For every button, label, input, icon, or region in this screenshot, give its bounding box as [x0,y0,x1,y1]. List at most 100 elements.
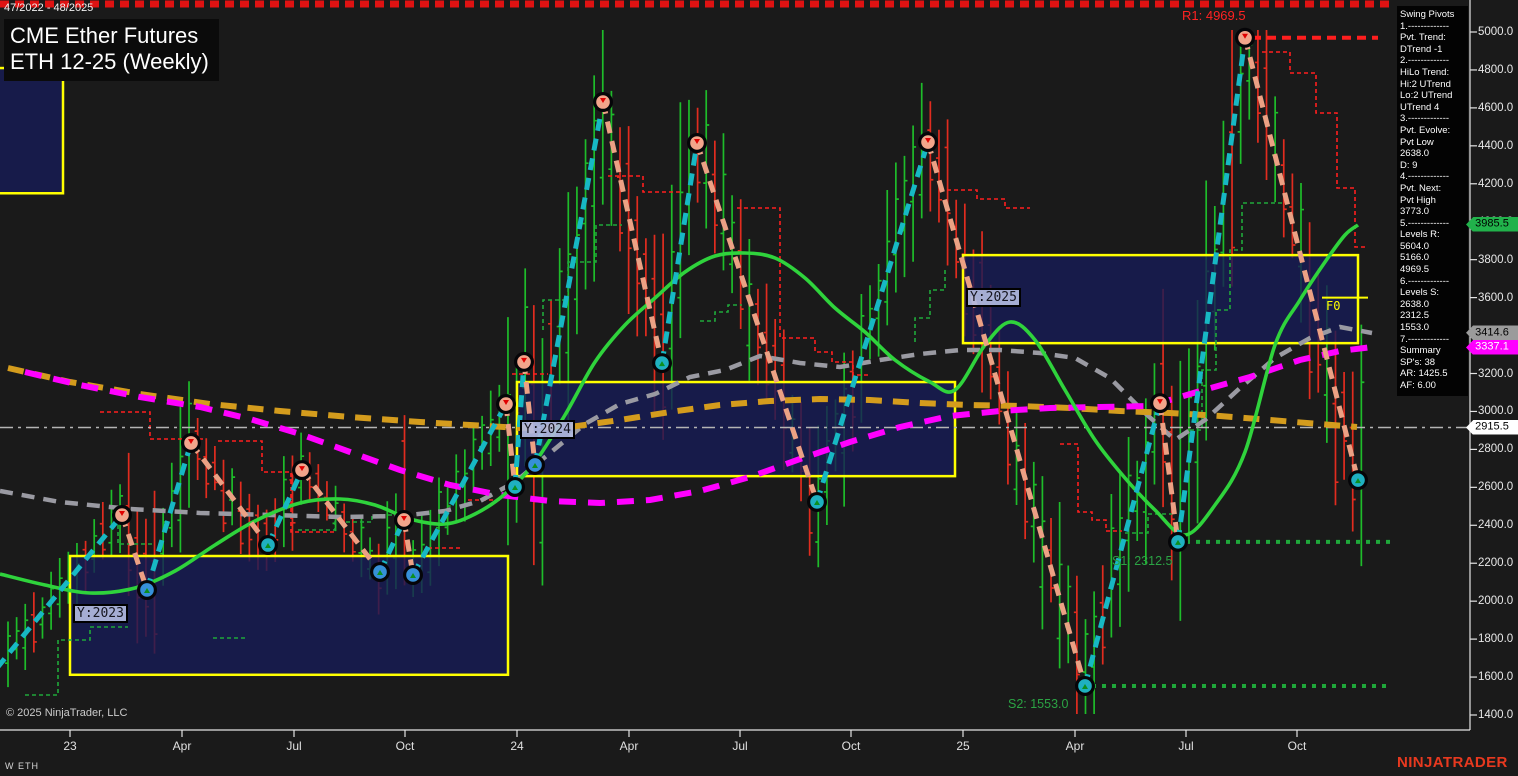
swing-low-marker [807,491,827,512]
swing-pivots-panel-line: Lo:2 UTrend [1400,90,1453,102]
time-tick-label: Jul [1178,739,1194,753]
time-tick-label: Oct [841,739,861,753]
support1-level-label: S1: 2312.5 [1112,554,1173,568]
price-tick-label: 2200.0 [1478,557,1514,570]
swing-pivots-panel-line: DTrend -1 [1400,43,1443,55]
swing-pivots-panel-line: 1553.0 [1400,322,1430,334]
year-range-box [515,380,957,478]
chart-title-line2: ETH 12-25 (Weekly) [10,49,209,74]
time-tick-label: Apr [619,739,639,753]
swing-high-marker [918,132,938,153]
price-tick-label: 2600.0 [1478,481,1514,494]
swing-pivots-panel-line: Pvt. Trend: [1400,32,1446,44]
price-tick-label: 4200.0 [1478,177,1514,190]
chart-title-line1: CME Ether Futures [10,23,199,48]
price-marker-tag: 3337.1 [1466,339,1518,355]
swing-pivots-info-panel: Swing Pivots 1.------------- Pvt. Trend: DT… [1397,6,1468,396]
price-tick-label: 1600.0 [1478,671,1514,684]
price-tick-label: 1800.0 [1478,633,1514,646]
year-2023-range-label: Y:2023 [73,604,128,623]
swing-pivots-panel-line: AF: 6.00 [1400,380,1436,391]
time-tick-label: Oct [1287,739,1307,753]
swing-pivots-panel-line: SP's: 38 [1400,356,1436,368]
swing-pivots-panel-line: 1.------------- [1400,20,1450,32]
price-marker-tag: 3414.6 [1466,325,1518,341]
swing-pivots-panel-line: Pvt High [1400,194,1436,206]
price-tick-label: 4600.0 [1478,101,1514,114]
support2-level-label: S2: 1553.0 [1008,697,1069,711]
price-tick-label: 4400.0 [1478,139,1514,152]
chart-title-box: CME Ether Futures ETH 12-25 (Weekly) [4,19,219,81]
swing-pivots-panel-line: D: 9 [1400,159,1418,171]
swing-low-marker [258,535,278,556]
copyright-text: © 2025 NinjaTrader, LLC [6,707,128,719]
swing-low-marker [1075,675,1095,696]
price-tick-label: 2000.0 [1478,595,1514,608]
swing-pivots-panel-line: 2312.5 [1400,310,1430,322]
price-tick-label: 1400.0 [1478,709,1514,721]
swing-pivots-panel-line: Pvt Low [1400,136,1434,148]
swing-low-marker [652,353,672,374]
swing-low-marker [137,579,157,600]
swing-pivots-panel-line: Summary [1400,345,1441,357]
price-chart-canvas[interactable] [0,0,1518,776]
ninjatrader-logo: NINJATRADER [1397,754,1508,771]
swing-pivots-panel-line: UTrend 4 [1400,101,1440,113]
swing-pivots-panel-line: 4.------------- [1400,171,1450,183]
swing-high-marker [687,132,707,153]
swing-low-marker [525,454,545,475]
swing-pivots-panel-line: Levels S: [1400,287,1440,299]
swing-high-marker [1150,393,1170,414]
price-marker-tag: 3985.5 [1466,216,1518,232]
swing-high-marker [514,351,534,372]
time-tick-label: Jul [286,739,302,753]
instrument-code-label: W ETH [5,761,39,771]
time-tick-label: Apr [172,739,192,753]
price-marker-tag: 2915.5 [1466,419,1518,435]
time-tick-label: Apr [1065,739,1085,753]
time-tick-label: 25 [956,739,970,753]
swing-pivots-panel-line: AR: 1425.5 [1400,368,1448,380]
swing-low-marker [403,564,423,585]
swing-pivots-panel-line: 3.------------- [1400,113,1450,125]
swing-pivots-panel-line: 5604.0 [1400,240,1430,252]
swing-pivots-panel-line: Pvt. Evolve: [1400,124,1451,136]
price-tick-label: 2800.0 [1478,443,1514,456]
price-tick-label: 2400.0 [1478,519,1514,532]
swing-pivots-panel-line: 6.------------- [1400,275,1450,287]
swing-pivots-panel-line: Hi:2 UTrend [1400,78,1451,90]
swing-pivots-panel-line: 5.------------- [1400,217,1450,229]
price-tick-label: 3800.0 [1478,253,1514,266]
swing-high-marker [1235,27,1255,48]
year-range-box [68,554,510,677]
swing-high-marker [593,92,613,113]
swing-low-marker [1348,470,1368,491]
swing-pivots-panel-line: Pvt. Next: [1400,182,1442,194]
swing-pivots-panel-line: 2638.0 [1400,148,1430,160]
time-tick-label: Oct [395,739,415,753]
visible-range-label: 47/2022 - 48/2025 [4,2,94,14]
year-2025-range-label: Y:2025 [966,288,1021,307]
price-tick-label: 3600.0 [1478,291,1514,304]
time-tick-label: 23 [63,739,77,753]
swing-high-marker [394,509,414,530]
year-range-box [0,66,65,195]
swing-pivots-panel-line: 2638.0 [1400,298,1430,310]
swing-pivots-panel-line: Levels R: [1400,229,1440,241]
swing-high-marker [292,460,312,481]
swing-pivots-panel-line: Swing Pivots [1400,9,1455,20]
swing-pivots-panel-line: 3773.0 [1400,206,1430,218]
swing-low-marker [370,561,390,582]
price-tick-label: 5000.0 [1478,26,1514,38]
price-tick-label: 3000.0 [1478,405,1514,418]
swing-high-marker [181,432,201,453]
swing-pivots-panel-line: HiLo Trend: [1400,66,1450,78]
swing-pivots-panel-line: 2.------------- [1400,55,1450,67]
year-2024-range-label: Y:2024 [520,420,575,439]
resistance1-level-label: R1: 4969.5 [1182,8,1246,23]
swing-high-marker [496,394,516,415]
time-tick-label: 24 [510,739,524,753]
swing-pivots-panel-line: 4969.5 [1400,264,1430,276]
ninjatrader-chart-window: 47/2022 - 48/2025 CME Ether Futures ETH … [0,0,1518,776]
f0-level-label: F0 [1326,299,1341,313]
